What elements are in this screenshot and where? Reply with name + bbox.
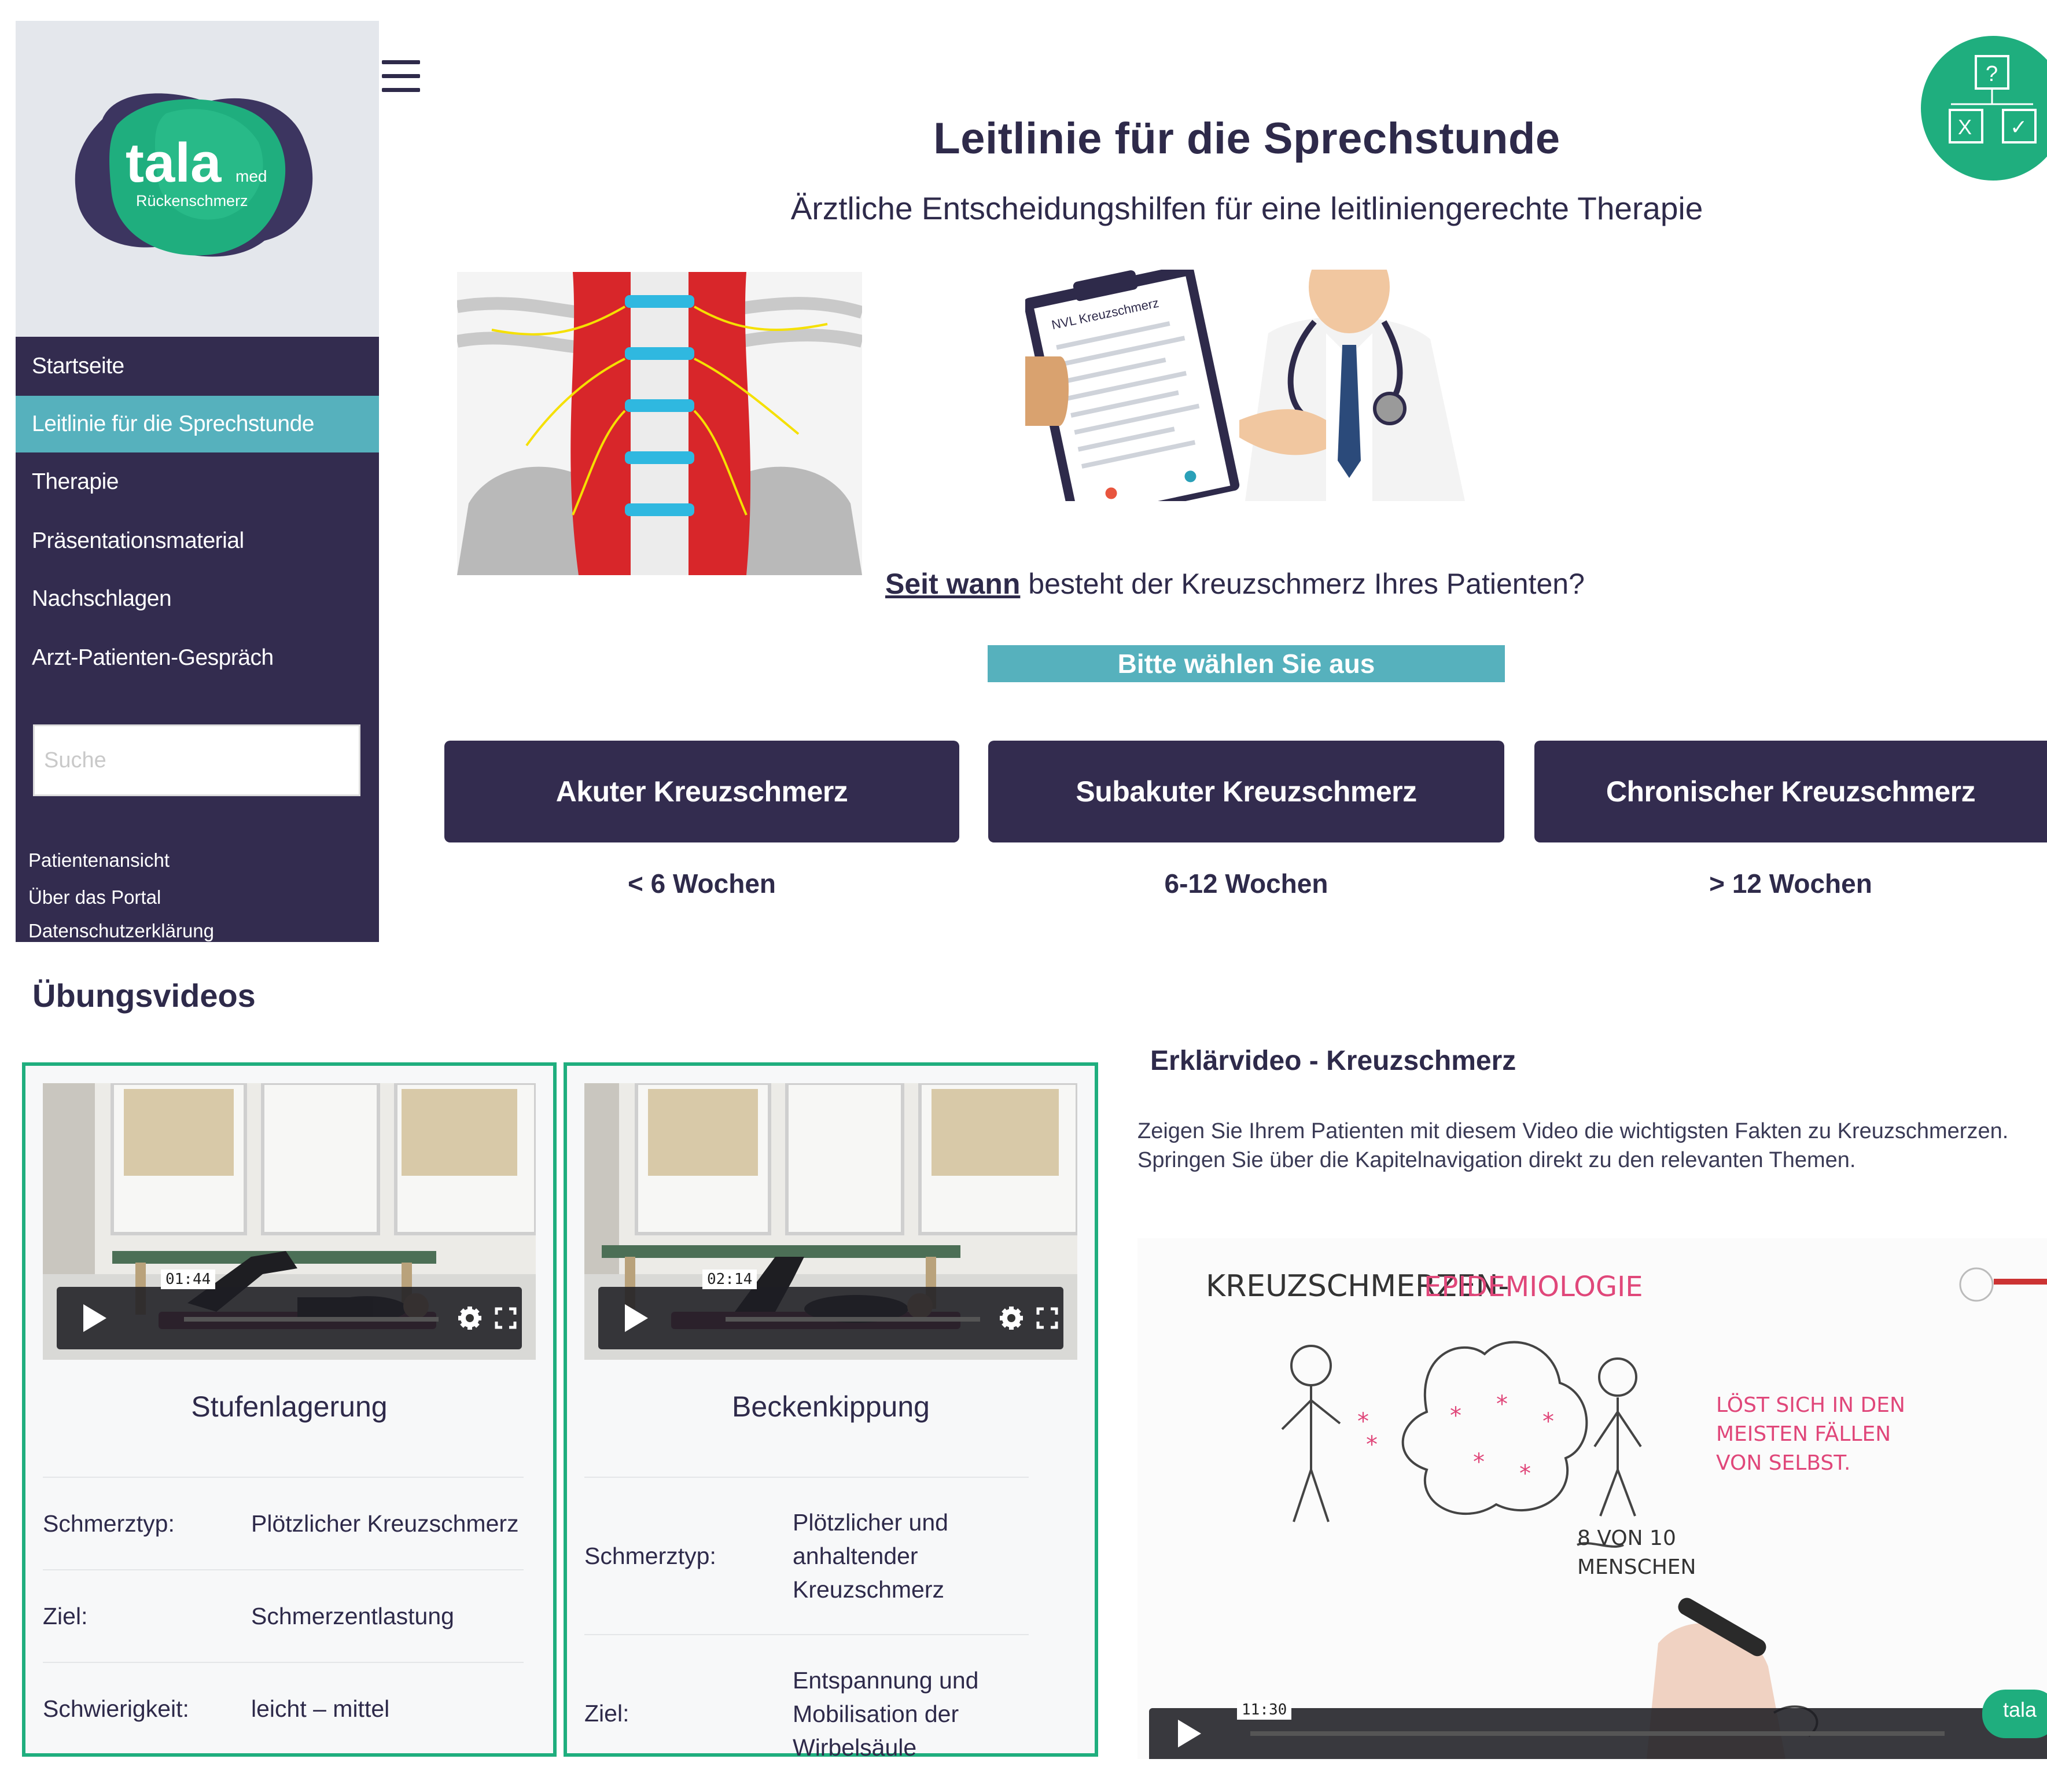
svg-text:VON SELBST.: VON SELBST. xyxy=(1716,1451,1850,1475)
svg-text:*: * xyxy=(1366,1432,1378,1458)
fullscreen-icon[interactable] xyxy=(494,1307,517,1333)
video-progress[interactable] xyxy=(726,1317,980,1322)
question-emphasis[interactable]: Seit wann xyxy=(885,568,1020,600)
gear-icon[interactable] xyxy=(456,1304,484,1335)
video-time: 02:14 xyxy=(702,1270,757,1289)
footer-link-datenschutz[interactable]: Datenschutzerklärung xyxy=(28,920,214,942)
card-title: Beckenkippung xyxy=(732,1390,930,1423)
table-row: Ziel: Entspannung und Mobilisation der W… xyxy=(584,1634,1029,1792)
nav-item-nachschlagen[interactable]: Nachschlagen xyxy=(16,571,379,627)
svg-text:*: * xyxy=(1473,1449,1485,1475)
explainer-video-player[interactable]: KREUZSCHMERZEN- EPIDEMIOLOGIE * * * * * * * … xyxy=(1137,1238,2047,1759)
svg-text:MEISTEN FÄLLEN: MEISTEN FÄLLEN xyxy=(1716,1422,1891,1446)
search-input[interactable] xyxy=(33,724,360,796)
table-row: Schmerztyp: Plötzlicher und anhaltender … xyxy=(584,1477,1029,1635)
play-icon[interactable] xyxy=(598,1287,668,1349)
exercise-videos-heading: Übungsvideos xyxy=(32,977,256,1014)
table-row: Schmerztyp: Plötzlicher Kreuzschmerz xyxy=(43,1477,524,1570)
option-subakut-duration: 6-12 Wochen xyxy=(1164,869,1328,899)
option-akut-duration: < 6 Wochen xyxy=(627,869,776,899)
page-title: Leitlinie für die Sprechstunde xyxy=(933,114,1560,163)
explainer-line-1: Zeigen Sie Ihrem Patienten mit diesem Vi… xyxy=(1137,1119,2009,1143)
nav-item-arzt-patienten-gespraech[interactable]: Arzt-Patienten-Gespräch xyxy=(16,630,379,686)
explainer-description: Zeigen Sie Ihrem Patienten mit diesem Vi… xyxy=(1137,1117,2047,1175)
nav-item-praesentationsmaterial[interactable]: Präsentationsmaterial xyxy=(16,513,379,569)
row-label: Ziel: xyxy=(43,1569,251,1662)
logo-area: tala med Rückenschmerz xyxy=(16,21,379,337)
nav-item-leitlinie[interactable]: Leitlinie für die Sprechstunde xyxy=(16,396,379,452)
svg-text:MENSCHEN: MENSCHEN xyxy=(1577,1555,1696,1579)
svg-text:Rückenschmerz: Rückenschmerz xyxy=(136,192,248,209)
video-controls: 01:44 xyxy=(57,1270,522,1349)
card-title: Stufenlagerung xyxy=(191,1390,388,1423)
gear-icon[interactable] xyxy=(997,1304,1025,1335)
footer-link-patientenansicht[interactable]: Patientenansicht xyxy=(28,849,170,871)
svg-text:8 VON 10: 8 VON 10 xyxy=(1577,1526,1676,1550)
row-value: Plötzlicher und anhaltender Kreuzschmerz xyxy=(793,1477,1029,1635)
sidebar: tala med Rückenschmerz Startseite Leitli… xyxy=(16,21,379,942)
table-row: Schwierigkeit: leicht – mittel xyxy=(43,1662,524,1755)
row-value: leicht – mittel xyxy=(251,1662,524,1755)
row-value: Plötzlicher Kreuzschmerz xyxy=(251,1477,524,1570)
menu-icon[interactable] xyxy=(382,60,420,93)
fullscreen-icon[interactable] xyxy=(1036,1307,1059,1333)
table-row: Ziel: Schmerzentlastung xyxy=(43,1569,524,1662)
video-progress[interactable] xyxy=(1250,1731,1945,1736)
nav-item-therapie[interactable]: Therapie xyxy=(16,454,379,510)
exercise-card-beckenkippung: 02:14 Beckenkippung Schmerztyp: Plötzlic… xyxy=(564,1062,1098,1792)
exercise-info-table: Schmerztyp: Plötzlicher und anhaltender … xyxy=(584,1477,1029,1792)
select-prompt: Bitte wählen Sie aus xyxy=(988,645,1505,682)
row-label: Schmerztyp: xyxy=(43,1477,251,1570)
option-chronisch-button[interactable]: Chronischer Kreuzschmerz xyxy=(1534,741,2047,842)
exercise-card-stufenlagerung: 01:44 Stufenlagerung Schmerztyp: Plötzli… xyxy=(22,1062,557,1757)
decision-tree-icon[interactable]: ? X ✓ xyxy=(1921,36,2047,181)
svg-text:*: * xyxy=(1542,1408,1554,1435)
tala-logo[interactable]: tala med Rückenschmerz xyxy=(16,21,379,337)
video-time: 11:30 xyxy=(1237,1700,1292,1720)
row-label: Schwierigkeit: xyxy=(43,1662,251,1755)
tala-badge[interactable]: tala xyxy=(1982,1690,2047,1738)
option-akut-button[interactable]: Akuter Kreuzschmerz xyxy=(444,741,959,842)
row-value: Entspannung und Mobilisation der Wirbels… xyxy=(793,1634,1029,1792)
play-icon[interactable] xyxy=(57,1287,126,1349)
svg-text:X: X xyxy=(1958,115,1972,139)
video-player[interactable]: 01:44 xyxy=(43,1083,536,1360)
explainer-line-2: Springen Sie über die Kapitelnavigation … xyxy=(1137,1148,1856,1172)
option-chronisch-duration: > 12 Wochen xyxy=(1709,869,1872,899)
video-player[interactable]: 02:14 xyxy=(584,1083,1077,1360)
svg-text:✓: ✓ xyxy=(2010,116,2027,139)
row-label: Ziel: xyxy=(584,1634,793,1792)
play-icon[interactable] xyxy=(1149,1708,1218,1759)
video-progress[interactable] xyxy=(184,1317,439,1322)
question-rest: besteht der Kreuzschmerz Ihres Patienten… xyxy=(1020,568,1585,600)
question-text: Seit wann besteht der Kreuzschmerz Ihres… xyxy=(885,567,1927,601)
row-value: Schmerzentlastung xyxy=(251,1569,524,1662)
page-subtitle: Ärztliche Entscheidungshilfen für eine l… xyxy=(790,190,1703,226)
svg-text:*: * xyxy=(1450,1403,1461,1429)
row-label: Schmerztyp: xyxy=(584,1477,793,1635)
spine-illustration xyxy=(457,272,862,575)
svg-text:med: med xyxy=(235,167,267,185)
svg-text:*: * xyxy=(1519,1460,1531,1487)
video-time: 01:44 xyxy=(161,1270,216,1289)
svg-text:LÖST SICH IN DEN: LÖST SICH IN DEN xyxy=(1716,1393,1905,1417)
svg-text:?: ? xyxy=(1986,62,1998,86)
svg-text:tala: tala xyxy=(126,132,222,194)
video-controls: 02:14 xyxy=(598,1270,1063,1349)
explainer-heading: Erklärvideo - Kreuzschmerz xyxy=(1150,1046,1516,1076)
svg-text:EPIDEMIOLOGIE: EPIDEMIOLOGIE xyxy=(1424,1271,1643,1303)
exercise-info-table: Schmerztyp: Plötzlicher Kreuzschmerz Zie… xyxy=(43,1477,524,1755)
option-subakut-button[interactable]: Subakuter Kreuzschmerz xyxy=(988,741,1504,842)
video-controls: 11:30 xyxy=(1149,1700,2047,1759)
doctor-clipboard-illustration: NVL Kreuzschmerz xyxy=(1025,270,1465,501)
nav-item-startseite[interactable]: Startseite xyxy=(16,338,379,395)
footer-link-ueber-das-portal[interactable]: Über das Portal xyxy=(28,886,161,908)
svg-text:*: * xyxy=(1496,1391,1508,1418)
